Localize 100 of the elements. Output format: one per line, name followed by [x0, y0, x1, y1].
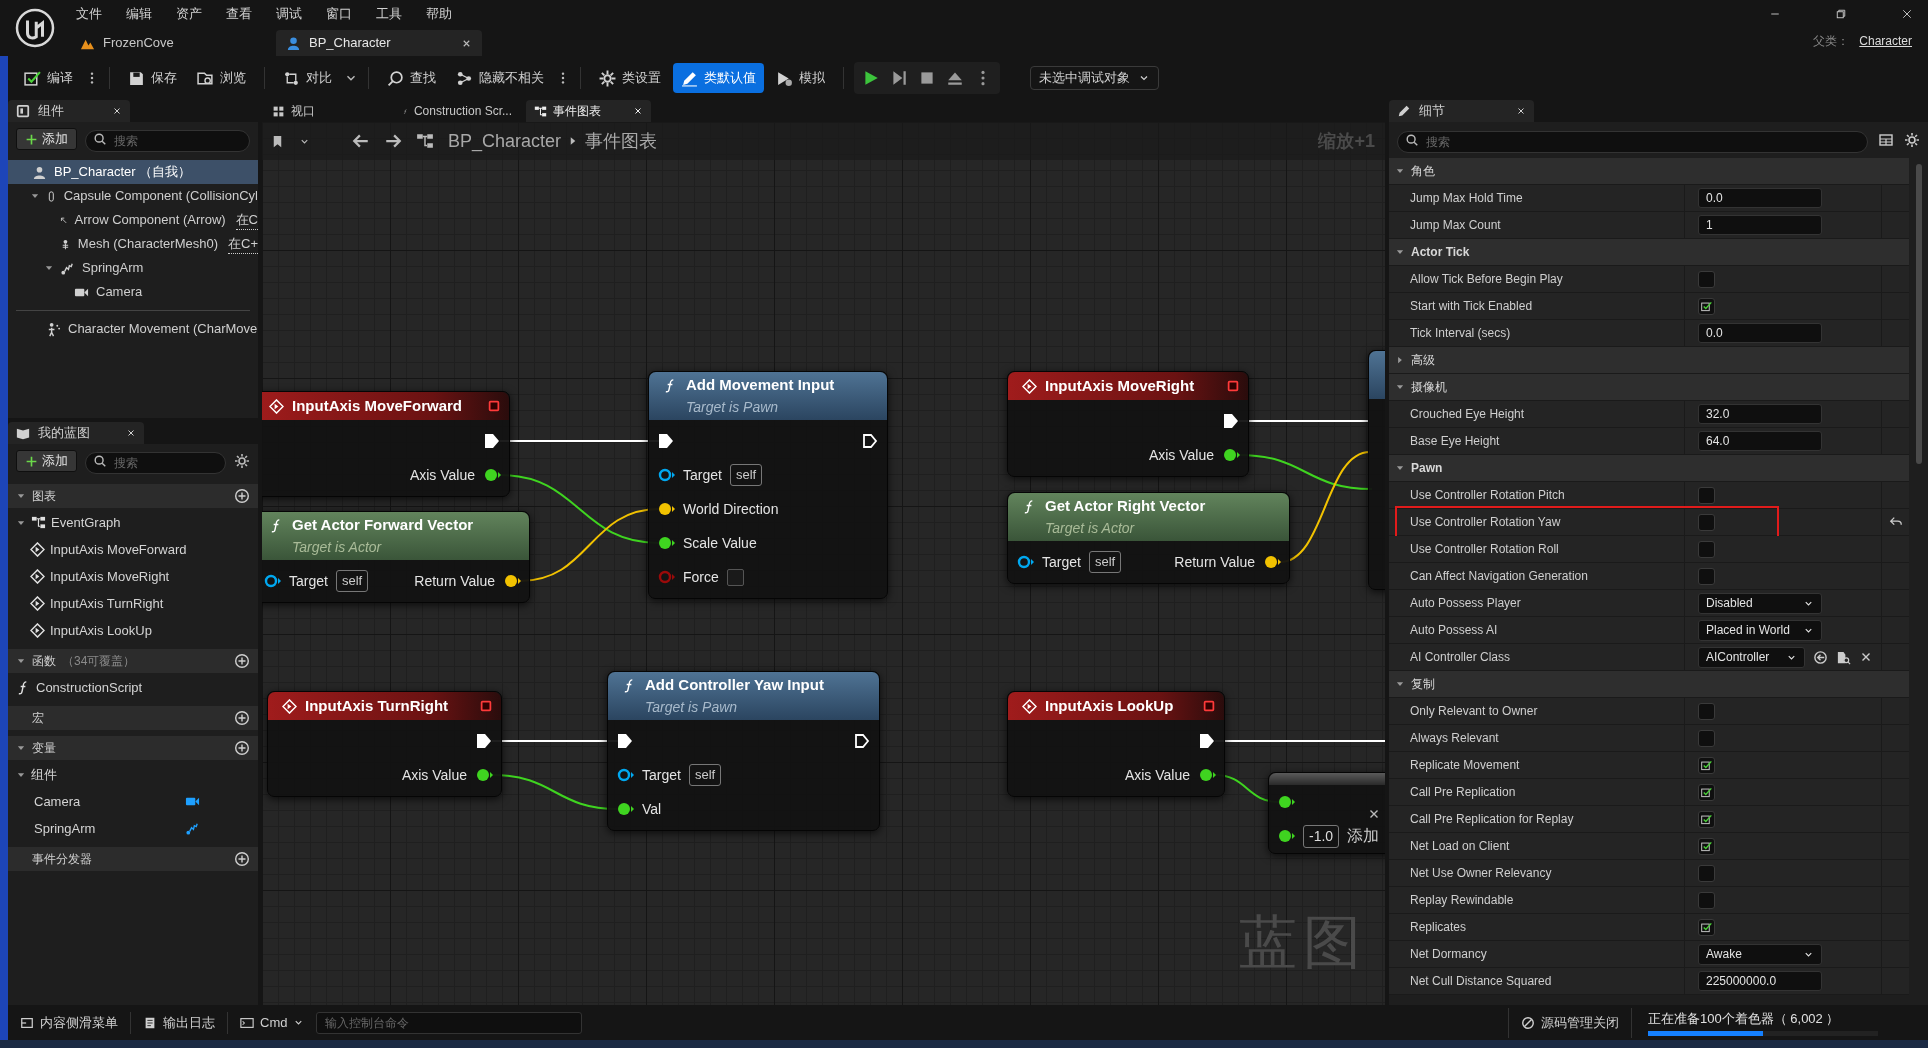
toolbar-button[interactable]: 查找 — [379, 63, 444, 93]
graph-tab[interactable]: Construction Scr... — [395, 100, 520, 122]
menu-item[interactable]: 窗口 — [326, 4, 352, 24]
data-pin[interactable] — [657, 466, 675, 484]
category-header[interactable]: 摄像机 — [1389, 374, 1909, 401]
tree-item[interactable]: SpringArm — [8, 256, 258, 280]
menu-item[interactable]: 资产 — [176, 4, 202, 24]
default-value-field[interactable]: self — [729, 464, 763, 486]
panel-tab[interactable]: 细节 — [1389, 100, 1534, 122]
checkbox[interactable] — [1698, 864, 1715, 882]
toolbar-button[interactable]: 编译 — [16, 63, 81, 93]
menu-item[interactable]: 工具 — [376, 4, 402, 24]
stop-icon[interactable] — [918, 69, 936, 87]
parent-class-link[interactable]: Character — [1859, 32, 1912, 50]
breadcrumb-item[interactable]: BP_Character — [448, 127, 562, 155]
add-pin-label[interactable]: 添加 — [1347, 824, 1380, 848]
add-icon[interactable] — [234, 710, 250, 726]
section-header[interactable]: 事件分发器 — [8, 847, 258, 871]
exec-pin[interactable] — [616, 732, 634, 750]
toolbar-button[interactable]: 类默认值 — [673, 63, 764, 93]
close-icon[interactable] — [1516, 106, 1526, 116]
data-pin[interactable] — [657, 534, 675, 552]
table-icon[interactable] — [1878, 132, 1894, 148]
breadcrumb-item[interactable]: 事件图表 — [585, 127, 658, 155]
console-input[interactable]: 输入控制台命令 — [316, 1011, 583, 1034]
toolbar-button[interactable]: 隐藏不相关 — [448, 63, 552, 93]
blueprint-node[interactable]: -1.0 添加 — [1268, 772, 1385, 854]
dropdown[interactable]: Awake — [1698, 943, 1822, 965]
logo-icon[interactable] — [15, 8, 55, 48]
section-header[interactable]: 变量 — [8, 736, 258, 760]
category-header[interactable]: 高级 — [1389, 347, 1909, 374]
checkbox[interactable] — [1698, 702, 1715, 720]
checkbox[interactable] — [1698, 756, 1715, 774]
blueprint-node[interactable]: Get Actor Forward Vector Target is Actor Target self Return Value — [262, 511, 530, 603]
checkbox[interactable] — [1698, 918, 1715, 936]
dropdown[interactable]: AIController — [1698, 646, 1805, 668]
add-button[interactable]: 添加 — [16, 128, 77, 150]
checkbox[interactable] — [1698, 891, 1715, 909]
exec-pin[interactable] — [483, 432, 501, 450]
menu-item[interactable]: 编辑 — [126, 4, 152, 24]
dropdown[interactable]: Disabled — [1698, 592, 1822, 614]
search-field[interactable]: 搜索 — [85, 130, 250, 152]
checkbox[interactable] — [1698, 486, 1715, 504]
data-pin[interactable] — [483, 466, 501, 484]
blueprint-node[interactable]: Get Actor Right Vector Target is Actor Target self Return Value — [1007, 492, 1290, 584]
exec-pin[interactable] — [853, 732, 871, 750]
tree-item[interactable]: Arrow Component (Arrow) 在C — [8, 208, 258, 232]
blueprint-node[interactable]: InputAxis MoveForward Axis Value — [262, 391, 510, 497]
exec-pin[interactable] — [475, 732, 493, 750]
forward-icon[interactable] — [384, 132, 402, 150]
data-pin[interactable] — [1198, 766, 1216, 784]
graph-tab[interactable]: 事件图表 — [526, 100, 651, 122]
menu-item[interactable]: 调试 — [276, 4, 302, 24]
checkbox[interactable] — [1698, 729, 1715, 747]
tree-item[interactable]: InputAxis MoveForward — [8, 537, 258, 562]
content-drawer-button[interactable]: 内容侧滑菜单 — [14, 1008, 124, 1037]
category-header[interactable]: Pawn — [1389, 455, 1909, 482]
scrollbar-thumb[interactable] — [1915, 164, 1922, 464]
tree-item[interactable]: BP_Character （自我） — [8, 160, 258, 184]
tree-item[interactable]: Camera — [8, 280, 258, 304]
panel-tab[interactable]: 组件 — [8, 100, 130, 122]
add-icon[interactable] — [234, 488, 250, 504]
menu-item[interactable]: 查看 — [226, 4, 252, 24]
number-field[interactable]: 0.0 — [1698, 323, 1822, 343]
checkbox[interactable] — [1698, 270, 1715, 288]
data-pin[interactable] — [616, 800, 634, 818]
tree-item[interactable]: Capsule Component (CollisionCyl — [8, 184, 258, 208]
section-header[interactable]: 宏 — [8, 706, 258, 730]
checkbox[interactable] — [1698, 513, 1715, 531]
play-icon[interactable] — [862, 69, 880, 87]
add-button[interactable]: 添加 — [16, 450, 77, 472]
add-icon[interactable] — [234, 740, 250, 756]
data-pin[interactable] — [1277, 793, 1295, 811]
blueprint-node[interactable]: Add Controller Yaw Input Target is Pawn Target self Val — [607, 671, 880, 831]
tree-item[interactable]: InputAxis LookUp — [8, 618, 258, 643]
category-header[interactable]: Actor Tick — [1389, 239, 1909, 266]
console-mode-dropdown[interactable]: Cmd — [234, 1008, 311, 1037]
tree-item[interactable]: SpringArm — [8, 816, 258, 841]
checkbox[interactable] — [1698, 540, 1715, 558]
close-icon[interactable] — [633, 106, 643, 116]
data-pin[interactable] — [1263, 553, 1281, 571]
exec-pin[interactable] — [1222, 412, 1240, 430]
back-icon[interactable] — [352, 132, 370, 150]
add-icon[interactable] — [234, 653, 250, 669]
checkbox[interactable] — [726, 568, 744, 586]
data-pin[interactable] — [263, 572, 281, 590]
data-pin[interactable] — [1016, 553, 1034, 571]
delegate-pin-icon[interactable] — [479, 699, 493, 713]
checkbox[interactable] — [1698, 810, 1715, 828]
output-log-button[interactable]: 输出日志 — [137, 1008, 221, 1037]
close-icon[interactable] — [126, 428, 136, 438]
section-header[interactable]: 函数 （34可覆盖） — [8, 649, 258, 673]
data-pin[interactable] — [475, 766, 493, 784]
section-header[interactable]: 图表 — [8, 484, 258, 508]
folder-search-icon[interactable] — [1836, 649, 1851, 665]
toolbar-button[interactable]: 保存 — [120, 63, 185, 93]
delegate-pin-icon[interactable] — [1226, 379, 1240, 393]
tree-item[interactable]: Character Movement (CharMove — [8, 317, 258, 341]
tree-item[interactable]: EventGraph — [8, 510, 258, 535]
search-field[interactable]: 搜索 — [85, 452, 226, 474]
